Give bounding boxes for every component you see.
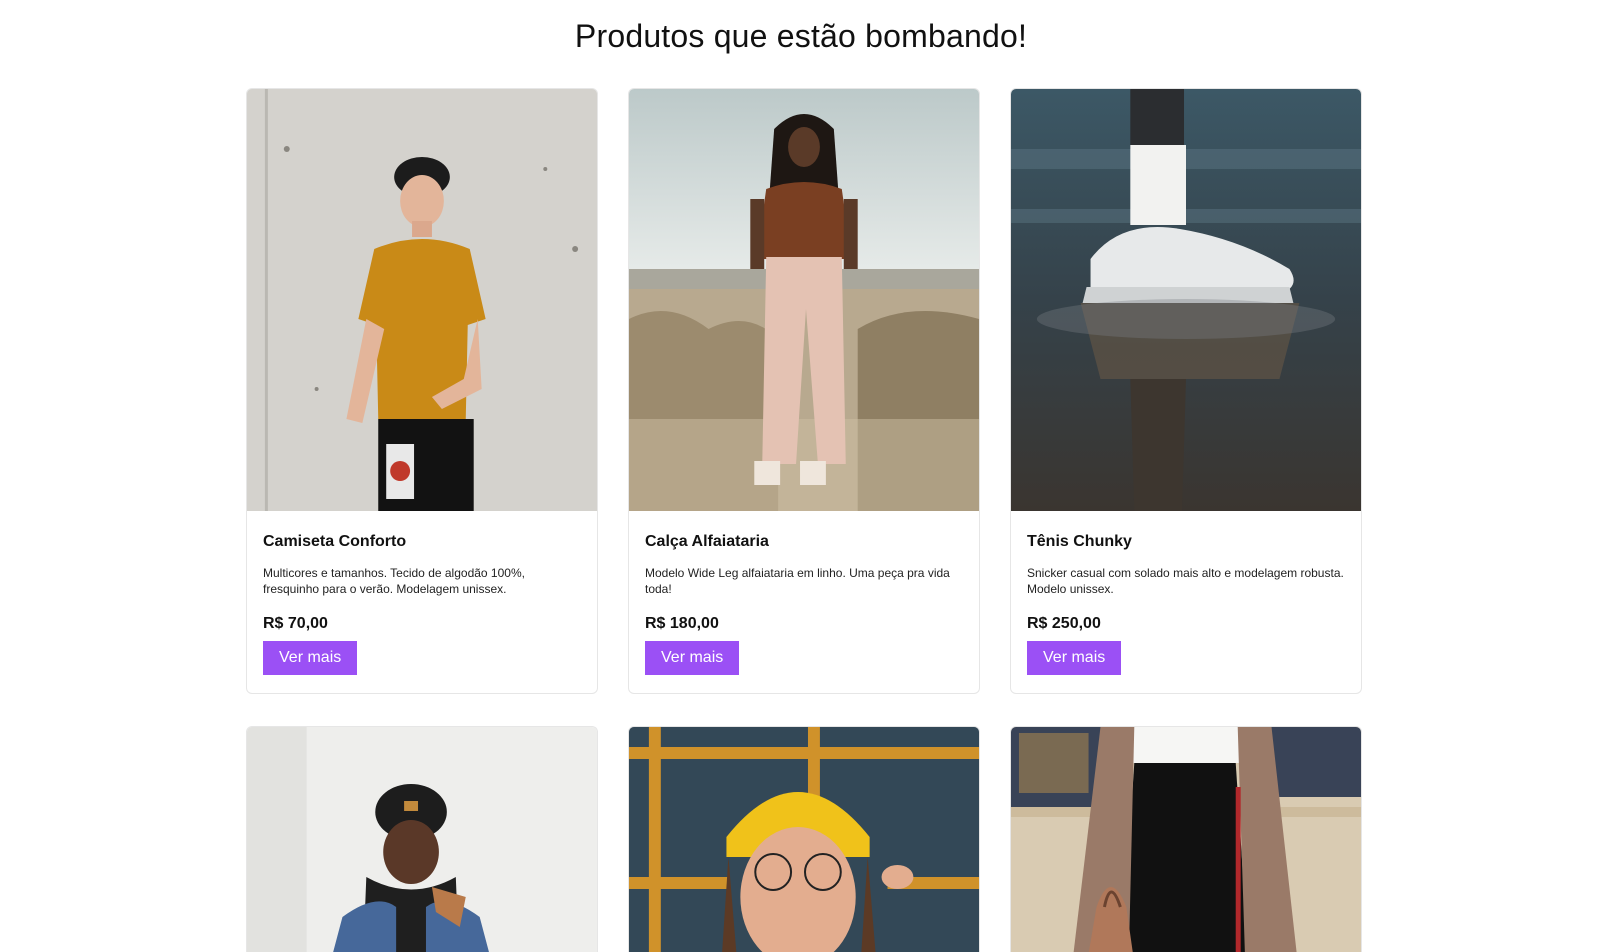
section-title: Produtos que estão bombando! bbox=[574, 18, 1028, 54]
product-description: Snicker casual com solado mais alto e mo… bbox=[1027, 566, 1344, 596]
product-card bbox=[628, 726, 980, 952]
ver-mais-button[interactable]: Ver mais bbox=[645, 641, 740, 675]
product-description: Modelo Wide Leg alfaiataria em linho. Um… bbox=[645, 566, 950, 596]
product-price: R$ 70,00 bbox=[263, 615, 328, 632]
product-image[interactable] bbox=[629, 727, 979, 952]
product-card: Tênis Chunky Snicker casual com solado m… bbox=[1010, 88, 1362, 694]
product-card: Calça Alfaiataria Modelo Wide Leg alfaia… bbox=[628, 88, 980, 694]
product-image[interactable] bbox=[1011, 89, 1361, 511]
product-card bbox=[246, 726, 598, 952]
product-grid: Camiseta Conforto Multicores e tamanhos.… bbox=[246, 88, 1362, 952]
product-name: Tênis Chunky bbox=[1027, 533, 1132, 550]
product-price: R$ 180,00 bbox=[645, 615, 719, 632]
product-name: Camiseta Conforto bbox=[263, 533, 407, 550]
product-image[interactable] bbox=[247, 89, 597, 511]
product-image[interactable] bbox=[629, 89, 979, 511]
product-card bbox=[1010, 726, 1362, 952]
card-body: Camiseta Conforto Multicores e tamanhos.… bbox=[247, 511, 597, 691]
product-price: R$ 250,00 bbox=[1027, 615, 1101, 632]
product-image[interactable] bbox=[247, 727, 597, 952]
ver-mais-button[interactable]: Ver mais bbox=[263, 641, 358, 675]
page: Produtos que estão bombando! Camiseta Co… bbox=[0, 0, 1602, 952]
product-card: Camiseta Conforto Multicores e tamanhos.… bbox=[246, 88, 598, 694]
product-image[interactable] bbox=[1011, 727, 1361, 952]
card-body: Calça Alfaiataria Modelo Wide Leg alfaia… bbox=[629, 511, 979, 691]
ver-mais-button[interactable]: Ver mais bbox=[1027, 641, 1122, 675]
card-body: Tênis Chunky Snicker casual com solado m… bbox=[1011, 511, 1361, 691]
product-name: Calça Alfaiataria bbox=[645, 533, 769, 550]
product-description: Multicores e tamanhos. Tecido de algodão… bbox=[263, 566, 525, 596]
